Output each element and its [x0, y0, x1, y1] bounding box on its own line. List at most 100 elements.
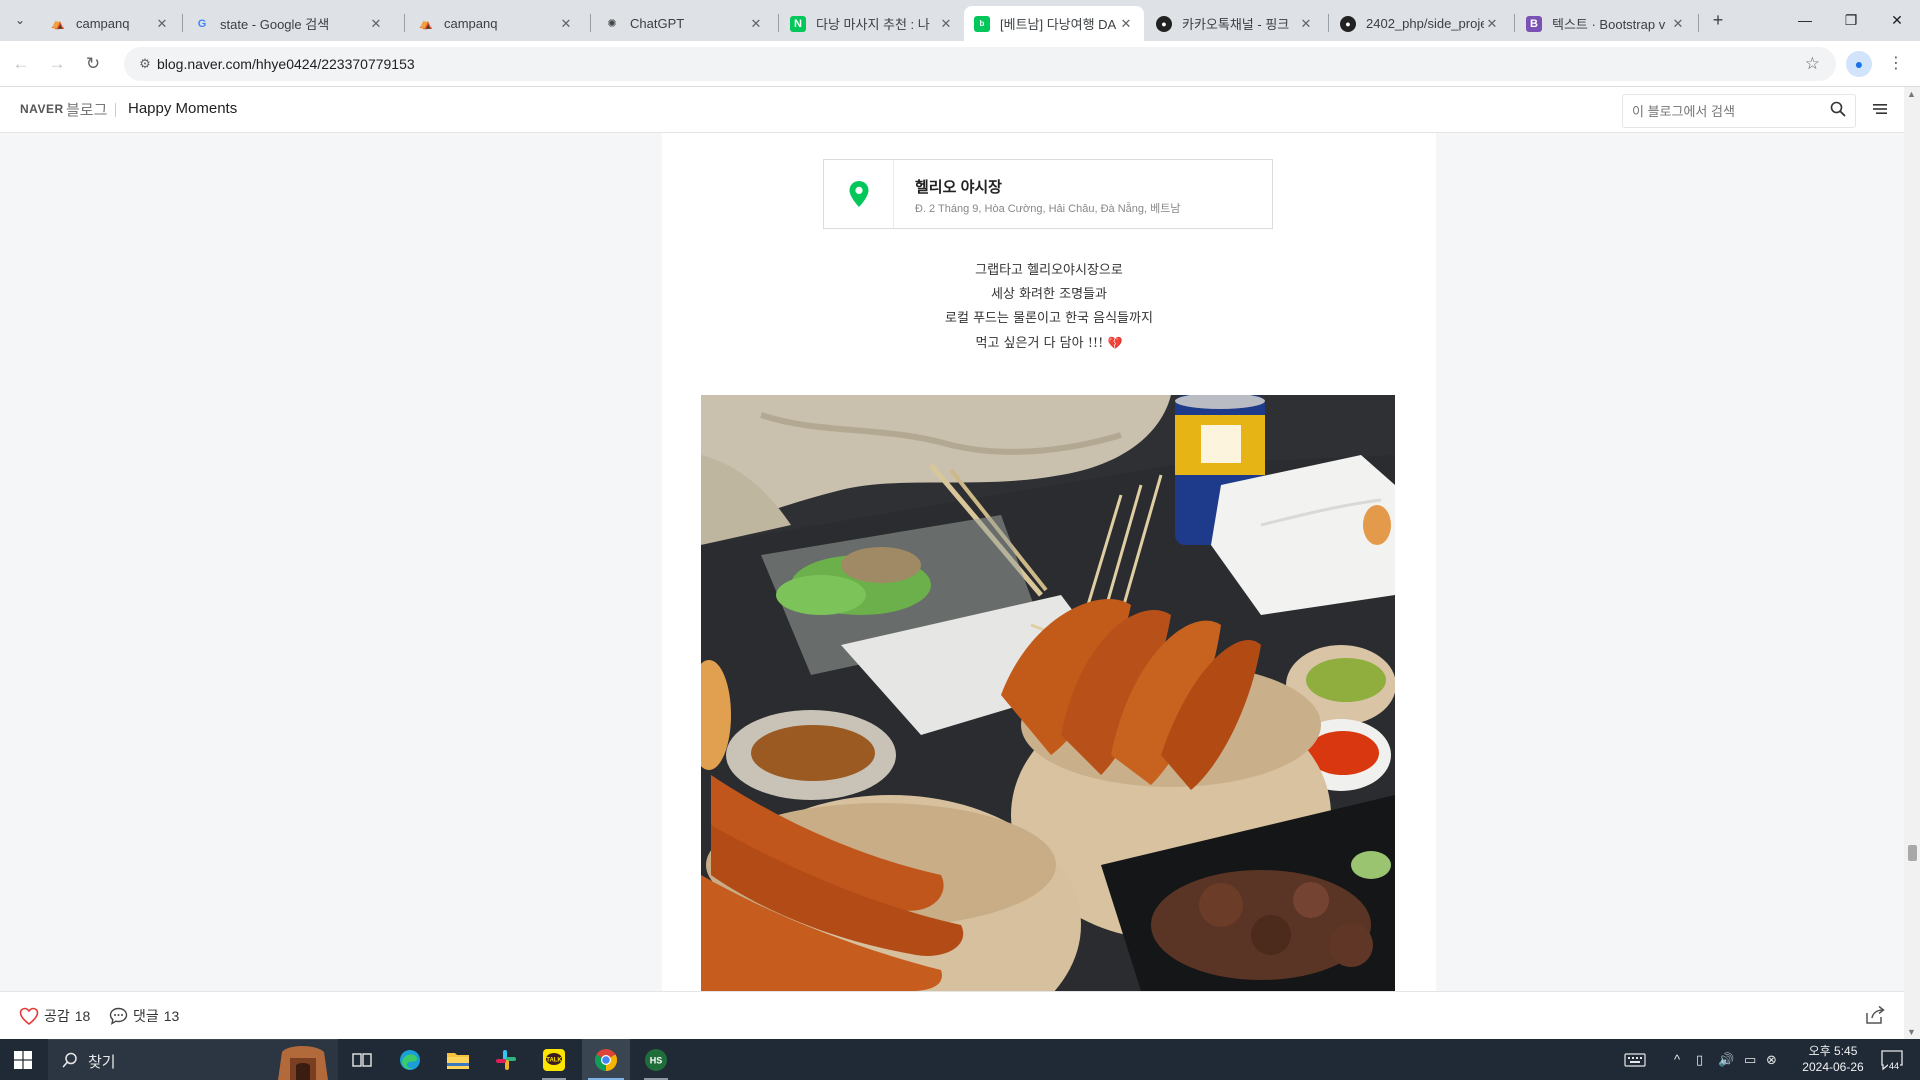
- profile-avatar-icon[interactable]: ●: [1846, 51, 1872, 77]
- comment-count: 13: [163, 1008, 180, 1024]
- scroll-down-arrow-icon[interactable]: ▼: [1907, 1027, 1916, 1037]
- tab-divider: [1698, 14, 1699, 32]
- github-icon: ●: [1340, 15, 1356, 32]
- search-icon[interactable]: [1830, 101, 1846, 117]
- browser-tab[interactable]: ⛺ campanq ✕: [40, 6, 180, 41]
- close-tab-icon[interactable]: ✕: [154, 16, 170, 32]
- task-view-button[interactable]: [338, 1039, 386, 1080]
- browser-tab[interactable]: N 다낭 마사지 추천 : 나 ✕: [780, 6, 964, 41]
- restore-window-icon[interactable]: ❐: [1828, 0, 1874, 41]
- bootstrap-icon: B: [1526, 15, 1542, 32]
- bookmark-star-icon[interactable]: ☆: [1805, 54, 1820, 74]
- browser-tab[interactable]: ● 카카오톡채널 - 핑크 ✕: [1146, 6, 1324, 41]
- broken-heart-emoji-icon: 💔: [1107, 336, 1123, 350]
- heart-outline-icon: [19, 1007, 39, 1025]
- meet-now-icon[interactable]: ▯: [1696, 1039, 1703, 1080]
- tab-divider: [182, 14, 183, 32]
- volume-icon[interactable]: 🔊: [1718, 1039, 1734, 1080]
- food-photo[interactable]: [701, 395, 1395, 991]
- tab-divider: [1328, 14, 1329, 32]
- post-line: 세상 화려한 조명들과: [991, 287, 1107, 302]
- tab-search-chevron-icon[interactable]: ⌄: [8, 8, 32, 32]
- forward-arrow-icon[interactable]: →: [44, 51, 70, 77]
- campanq-logo-icon: ⛺: [51, 18, 65, 30]
- browser-tab[interactable]: G state - Google 검색 ✕: [184, 6, 394, 41]
- naver-blog-icon: b: [974, 15, 990, 32]
- post-action-bar: 공감 18 댓글 13: [0, 991, 1904, 1039]
- svg-text:HS: HS: [650, 1055, 663, 1065]
- header-divider: [115, 103, 116, 117]
- street-food-photo-icon: [701, 395, 1395, 991]
- hs-app-icon: HS: [645, 1048, 667, 1071]
- scrollbar-thumb[interactable]: [1908, 845, 1917, 861]
- taskbar-chrome-button[interactable]: [582, 1039, 630, 1080]
- new-tab-plus-icon[interactable]: +: [1704, 8, 1732, 32]
- close-tab-icon[interactable]: ✕: [1670, 16, 1686, 32]
- kakaotalk-icon: TALK: [543, 1048, 565, 1071]
- taskbar-kakaotalk-button[interactable]: TALK: [530, 1039, 578, 1080]
- close-tab-icon[interactable]: ✕: [368, 16, 384, 32]
- close-tab-icon[interactable]: ✕: [1484, 16, 1500, 32]
- back-arrow-icon[interactable]: ←: [8, 51, 34, 77]
- campanq-logo-icon: ⛺: [419, 18, 433, 30]
- browser-tab-active[interactable]: b [베트남] 다낭여행 DA ✕: [964, 6, 1144, 41]
- keyboard-icon: [1624, 1052, 1646, 1067]
- windows-start-button[interactable]: [0, 1039, 46, 1080]
- close-tab-icon[interactable]: ✕: [748, 16, 764, 32]
- naver-n-icon: N: [790, 15, 806, 32]
- tray-overflow-chevron-icon[interactable]: ^: [1674, 1039, 1680, 1080]
- slack-icon: [496, 1049, 516, 1070]
- blog-title[interactable]: Happy Moments: [128, 100, 237, 117]
- close-tab-icon[interactable]: ✕: [558, 16, 574, 32]
- close-window-icon[interactable]: ✕: [1874, 0, 1920, 41]
- address-bar[interactable]: ⚙ blog.naver.com/hhye0424/223370779153 ☆: [124, 47, 1836, 81]
- browser-tab[interactable]: ● 2402_php/side_proje ✕: [1330, 6, 1510, 41]
- search-highlight-illustration-icon: [278, 1046, 328, 1080]
- windows-logo-icon: [14, 1050, 32, 1069]
- folder-icon: [447, 1052, 469, 1069]
- naver-logo[interactable]: NAVER: [20, 102, 64, 116]
- close-tab-icon[interactable]: ✕: [1298, 16, 1314, 32]
- comment-bubble-icon: [109, 1007, 128, 1025]
- network-icon[interactable]: ▭: [1744, 1039, 1756, 1080]
- taskbar-slack-button[interactable]: [482, 1039, 530, 1080]
- browser-tab[interactable]: ⛺ campanq ✕: [408, 6, 584, 41]
- windows-taskbar: 찾기 TALK HS ^ ▯ 🔊 ▭ ⊗ 오후 5:45 2024-06-26 …: [0, 1039, 1920, 1080]
- page-scrollbar[interactable]: ▲ ▼: [1904, 87, 1920, 1039]
- reload-icon[interactable]: ↻: [80, 51, 106, 77]
- close-tab-icon[interactable]: ✕: [1118, 16, 1134, 32]
- post-line: 그랩타고 헬리오야시장으로: [975, 263, 1123, 278]
- browser-tab[interactable]: ✺ ChatGPT ✕: [594, 6, 774, 41]
- browser-toolbar: ← → ↻ ⚙ blog.naver.com/hhye0424/22337077…: [0, 41, 1920, 87]
- like-label: 공감: [44, 1008, 70, 1024]
- taskbar-search-box[interactable]: 찾기: [48, 1039, 338, 1080]
- tab-divider: [1514, 14, 1515, 32]
- like-button[interactable]: 공감 18: [19, 1006, 90, 1026]
- comment-button[interactable]: 댓글 13: [109, 1006, 179, 1026]
- browser-menu-kebab-icon[interactable]: ⋮: [1886, 51, 1906, 77]
- input-indicator-icon[interactable]: [1624, 1039, 1646, 1080]
- taskbar-clock[interactable]: 오후 5:45 2024-06-26: [1788, 1043, 1878, 1075]
- taskbar-file-explorer-button[interactable]: [434, 1039, 482, 1080]
- hamburger-menu-icon[interactable]: [1872, 101, 1888, 117]
- notification-center-button[interactable]: 44: [1880, 1049, 1904, 1071]
- tab-divider: [778, 14, 779, 32]
- clock-time: 오후 5:45: [1808, 1044, 1858, 1058]
- place-map-card[interactable]: 헬리오 야시장 Đ. 2 Tháng 9, Hòa Cường, Hải Châ…: [823, 159, 1273, 229]
- taskbar-hs-app-button[interactable]: HS: [632, 1039, 680, 1080]
- browser-tab[interactable]: B 텍스트 · Bootstrap v ✕: [1516, 6, 1696, 41]
- tab-divider: [590, 14, 591, 32]
- blog-search-input[interactable]: [1632, 102, 1822, 120]
- status-x-icon[interactable]: ⊗: [1766, 1039, 1777, 1080]
- kakaotalk-channel-icon: ●: [1156, 15, 1172, 32]
- url-text[interactable]: blog.naver.com/hhye0424/223370779153: [157, 56, 415, 72]
- scroll-up-arrow-icon[interactable]: ▲: [1907, 89, 1916, 99]
- svg-text:TALK: TALK: [546, 1057, 562, 1063]
- place-address: Đ. 2 Tháng 9, Hòa Cường, Hải Châu, Đà Nẵ…: [915, 203, 1181, 215]
- blog-logo-word[interactable]: 블로그: [66, 99, 107, 120]
- taskbar-edge-button[interactable]: [386, 1039, 434, 1080]
- minimize-window-icon[interactable]: —: [1782, 0, 1828, 41]
- close-tab-icon[interactable]: ✕: [938, 16, 954, 32]
- share-icon[interactable]: [1864, 1004, 1886, 1026]
- site-info-icon[interactable]: ⚙: [136, 55, 154, 73]
